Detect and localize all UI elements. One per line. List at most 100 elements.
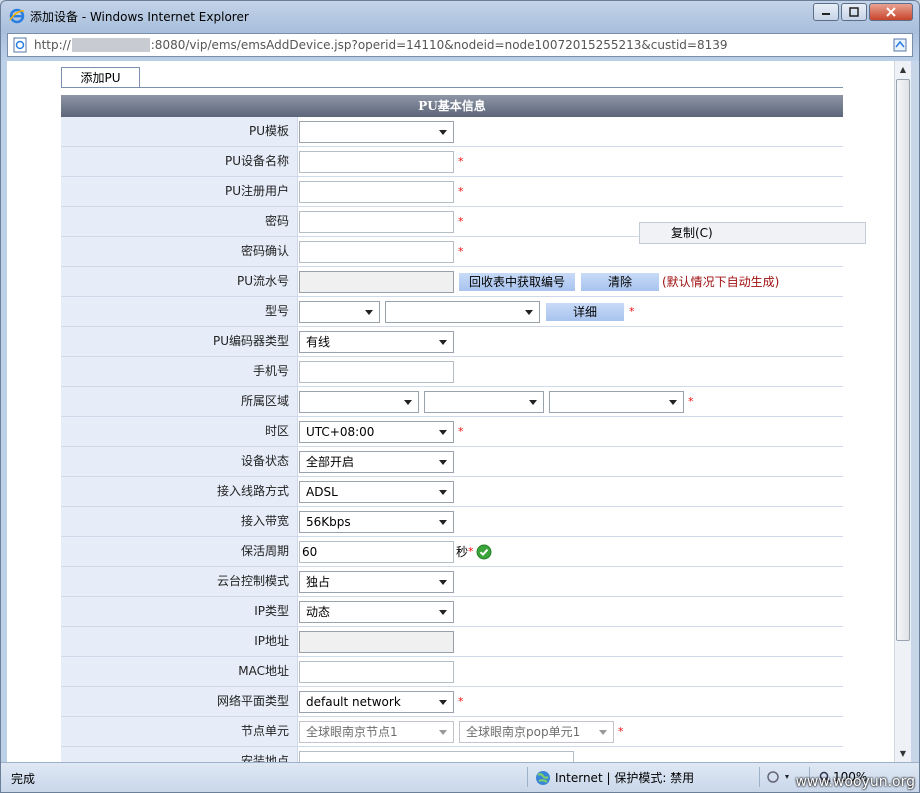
network-plane-select[interactable]: default network: [299, 690, 454, 713]
password-input[interactable]: [299, 210, 454, 233]
page-content: 添加PU PU基本信息 PU模板 PU设备名称 * PU注册用户 * 密码 * …: [7, 61, 894, 762]
label-node-unit: 节点单元: [61, 717, 298, 746]
window-title: 添加设备 - Windows Internet Explorer: [30, 9, 249, 24]
context-menu-copy[interactable]: 复制(C): [639, 222, 866, 244]
chevron-down-icon: [439, 579, 447, 585]
form-row: IP地址: [61, 627, 843, 657]
timezone-select[interactable]: UTC+08:00: [299, 420, 454, 443]
keepalive-unit: 秒: [456, 545, 469, 559]
ie-window: 添加设备 - Windows Internet Explorer http://…: [0, 0, 920, 793]
scroll-down-icon[interactable]: ▼: [895, 745, 911, 762]
mac-address-input[interactable]: [299, 660, 454, 683]
device-status-select[interactable]: 全部开启: [299, 450, 454, 473]
url-text: http://:8080/vip/ems/emsAddDevice.jsp?op…: [34, 37, 728, 53]
maximize-button[interactable]: [841, 3, 867, 21]
maximize-icon: [849, 7, 859, 17]
chevron-down-icon: [439, 459, 447, 465]
required-mark: *: [458, 185, 464, 198]
model-select[interactable]: [385, 300, 540, 323]
form-row: 接入带宽 56Kbps: [61, 507, 843, 537]
node-unit-select: 全球眼南京节点1: [299, 720, 454, 743]
model-brand-select[interactable]: [299, 300, 380, 323]
chevron-down-icon: [439, 429, 447, 435]
protected-mode-icon[interactable]: [767, 769, 797, 785]
minimize-button[interactable]: [813, 3, 839, 21]
label-model: 型号: [61, 297, 298, 326]
chevron-down-icon: [669, 399, 677, 405]
chevron-down-icon: [599, 729, 607, 735]
chevron-down-icon: [525, 309, 533, 315]
region-district-select[interactable]: [549, 390, 684, 413]
region-city-select[interactable]: [424, 390, 544, 413]
pu-name-input[interactable]: [299, 150, 454, 173]
pu-user-input[interactable]: [299, 180, 454, 203]
scroll-up-icon[interactable]: ▲: [895, 61, 911, 78]
label-region: 所属区域: [61, 387, 298, 416]
close-button[interactable]: [869, 3, 913, 21]
ie-logo-icon: [9, 8, 25, 24]
chevron-down-icon: [439, 339, 447, 345]
label-ip-type: IP类型: [61, 597, 298, 626]
label-access-line: 接入线路方式: [61, 477, 298, 506]
status-divider: [759, 767, 760, 787]
encoder-type-select[interactable]: 有线: [299, 330, 454, 353]
pu-template-select[interactable]: [299, 120, 454, 143]
detail-button[interactable]: 详细: [545, 301, 625, 322]
label-encoder-type: PU编码器类型: [61, 327, 298, 356]
install-location-input[interactable]: [299, 750, 574, 762]
required-mark: *: [458, 155, 464, 168]
form-row: 时区 UTC+08:00 *: [61, 417, 843, 447]
form-row: 手机号: [61, 357, 843, 387]
pu-serial-input: [299, 270, 454, 293]
ip-address-input: [299, 630, 454, 653]
scroll-thumb[interactable]: [896, 79, 910, 641]
check-icon: [476, 544, 492, 560]
globe-icon: [536, 770, 550, 785]
label-pu-template: PU模板: [61, 117, 298, 146]
chevron-down-icon: [529, 399, 537, 405]
tab-add-pu[interactable]: 添加PU: [61, 67, 140, 88]
close-icon: [886, 7, 896, 17]
bandwidth-select[interactable]: 56Kbps: [299, 510, 454, 533]
required-mark: *: [629, 305, 635, 318]
ip-type-select[interactable]: 动态: [299, 600, 454, 623]
form-row: 网络平面类型 default network *: [61, 687, 843, 717]
form-header: PU基本信息: [61, 95, 843, 117]
required-mark: *: [468, 545, 474, 558]
vertical-scrollbar[interactable]: ▲ ▼: [894, 61, 911, 762]
chevron-down-icon: [439, 609, 447, 615]
required-mark: *: [458, 215, 464, 228]
watermark: www.wooyun.org: [795, 774, 915, 790]
password-confirm-input[interactable]: [299, 240, 454, 263]
pu-form: PU基本信息 PU模板 PU设备名称 * PU注册用户 * 密码 * 密码确认 …: [61, 95, 843, 762]
form-row: PU流水号 回收表中获取编号 清除 (默认情况下自动生成): [61, 267, 843, 297]
label-keepalive: 保活周期: [61, 537, 298, 566]
required-mark: *: [458, 245, 464, 258]
tab-divider: [61, 87, 843, 88]
label-phone: 手机号: [61, 357, 298, 386]
minimize-icon: [822, 13, 830, 15]
access-line-select[interactable]: ADSL: [299, 480, 454, 503]
fetch-serial-button[interactable]: 回收表中获取编号: [458, 271, 576, 292]
status-text: 完成: [11, 772, 36, 786]
chevron-down-icon: [439, 729, 447, 735]
security-zone[interactable]: Internet | 保护模式: 禁用: [535, 769, 694, 786]
phone-input[interactable]: [299, 360, 454, 383]
chevron-down-icon: [439, 519, 447, 525]
compatibility-view-icon[interactable]: [892, 37, 908, 53]
required-mark: *: [458, 695, 464, 708]
chevron-down-icon: [439, 489, 447, 495]
pop-unit-select: 全球眼南京pop单元1: [459, 720, 614, 743]
chevron-down-icon: [404, 399, 412, 405]
address-bar[interactable]: http://:8080/vip/ems/emsAddDevice.jsp?op…: [7, 33, 913, 57]
form-row: 所属区域 *: [61, 387, 843, 417]
redacted-host: [71, 38, 150, 53]
region-province-select[interactable]: [299, 390, 419, 413]
label-password: 密码: [61, 207, 298, 236]
form-row: PU编码器类型 有线: [61, 327, 843, 357]
ptz-mode-select[interactable]: 独占: [299, 570, 454, 593]
clear-button[interactable]: 清除: [580, 271, 660, 292]
status-divider: [527, 767, 528, 787]
keepalive-input[interactable]: 60: [299, 540, 454, 563]
label-ptz-mode: 云台控制模式: [61, 567, 298, 596]
